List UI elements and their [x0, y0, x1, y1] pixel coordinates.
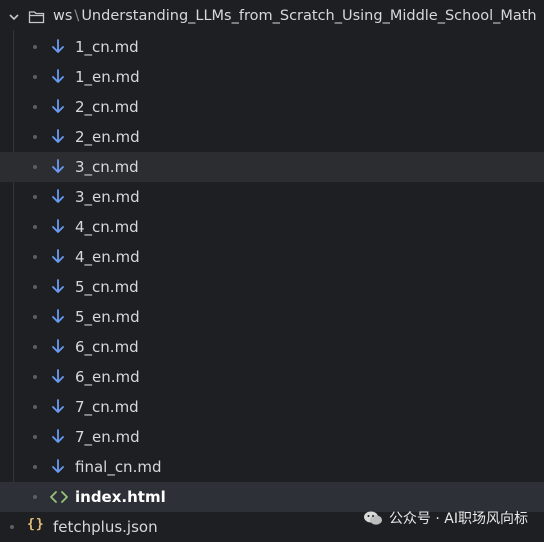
file-item[interactable]: 5_en.md: [0, 302, 544, 332]
file-name: final_cn.md: [75, 458, 162, 476]
markdown-file-icon: [52, 39, 64, 53]
tree-bullet: [10, 525, 14, 529]
markdown-file-icon: [52, 99, 64, 113]
watermark: 公众号 · AI职场风向标: [363, 508, 528, 528]
tree-bullet: [33, 345, 37, 349]
file-item[interactable]: 7_en.md: [0, 422, 544, 452]
file-name: 6_en.md: [75, 368, 140, 386]
file-name: 7_en.md: [75, 428, 140, 446]
file-name: 1_cn.md: [75, 38, 139, 56]
file-item[interactable]: 4_en.md: [0, 242, 544, 272]
file-item[interactable]: 5_cn.md: [0, 272, 544, 302]
markdown-file-icon: [52, 189, 64, 203]
folder-path: ws \ Understanding_LLMs_from_Scratch_Using…: [53, 8, 537, 24]
markdown-file-icon: [52, 129, 64, 143]
folder-name: Understanding_LLMs_from_Scratch_Using_Mi…: [81, 8, 537, 24]
folder-row[interactable]: ws \ Understanding_LLMs_from_Scratch_Using…: [0, 2, 544, 32]
markdown-file-icon: [52, 429, 64, 443]
markdown-file-icon: [52, 69, 64, 83]
tree-bullet: [33, 465, 37, 469]
json-file-icon: {}: [27, 517, 45, 532]
tree-bullet: [33, 495, 37, 499]
file-name: 2_cn.md: [75, 98, 139, 116]
markdown-file-icon: [52, 459, 64, 473]
file-item[interactable]: 1_cn.md: [0, 32, 544, 62]
markdown-file-icon: [52, 159, 64, 173]
tree-bullet: [33, 135, 37, 139]
markdown-file-icon: [52, 369, 64, 383]
tree-bullet: [33, 375, 37, 379]
tree-bullet: [33, 75, 37, 79]
watermark-text: 公众号 · AI职场风向标: [388, 511, 528, 527]
tree-bullet: [33, 195, 37, 199]
markdown-file-icon: [52, 309, 64, 323]
file-item[interactable]: 2_en.md: [0, 122, 544, 152]
file-item[interactable]: 3_en.md: [0, 182, 544, 212]
tree-bullet: [33, 315, 37, 319]
file-name: fetchplus.json: [53, 518, 158, 536]
file-item[interactable]: 2_cn.md: [0, 92, 544, 122]
tree-bullet: [33, 285, 37, 289]
chevron-down-icon[interactable]: [7, 10, 21, 24]
file-name: 4_en.md: [75, 248, 140, 266]
tree-bullet: [33, 45, 37, 49]
file-item[interactable]: 6_en.md: [0, 362, 544, 392]
file-item[interactable]: 6_cn.md: [0, 332, 544, 362]
html-file-icon: [50, 491, 68, 503]
tree-bullet: [33, 105, 37, 109]
file-name: 7_cn.md: [75, 398, 139, 416]
tree-bullet: [33, 405, 37, 409]
file-item[interactable]: 7_cn.md: [0, 392, 544, 422]
tree-bullet: [33, 225, 37, 229]
file-name: 3_cn.md: [75, 158, 139, 176]
file-name: 5_cn.md: [75, 278, 139, 296]
tree-bullet: [33, 255, 37, 259]
file-name: 1_en.md: [75, 68, 140, 86]
file-name: index.html: [75, 488, 166, 506]
file-name: 6_cn.md: [75, 338, 139, 356]
tree-bullet: [33, 435, 37, 439]
file-item[interactable]: 1_en.md: [0, 62, 544, 92]
folder-open-icon: [28, 11, 45, 24]
file-name: 2_en.md: [75, 128, 140, 146]
file-item[interactable]: 4_cn.md: [0, 212, 544, 242]
file-name: 3_en.md: [75, 188, 140, 206]
path-separator: \: [74, 8, 80, 24]
markdown-file-icon: [52, 249, 64, 263]
file-item[interactable]: 3_cn.md: [0, 152, 544, 182]
file-item[interactable]: final_cn.md: [0, 452, 544, 482]
markdown-file-icon: [52, 339, 64, 353]
markdown-file-icon: [52, 219, 64, 233]
tree-bullet: [33, 165, 37, 169]
markdown-file-icon: [52, 399, 64, 413]
wechat-icon: [363, 511, 382, 525]
file-name: 5_en.md: [75, 308, 140, 326]
folder-root: ws: [53, 8, 73, 24]
file-name: 4_cn.md: [75, 218, 139, 236]
markdown-file-icon: [52, 279, 64, 293]
